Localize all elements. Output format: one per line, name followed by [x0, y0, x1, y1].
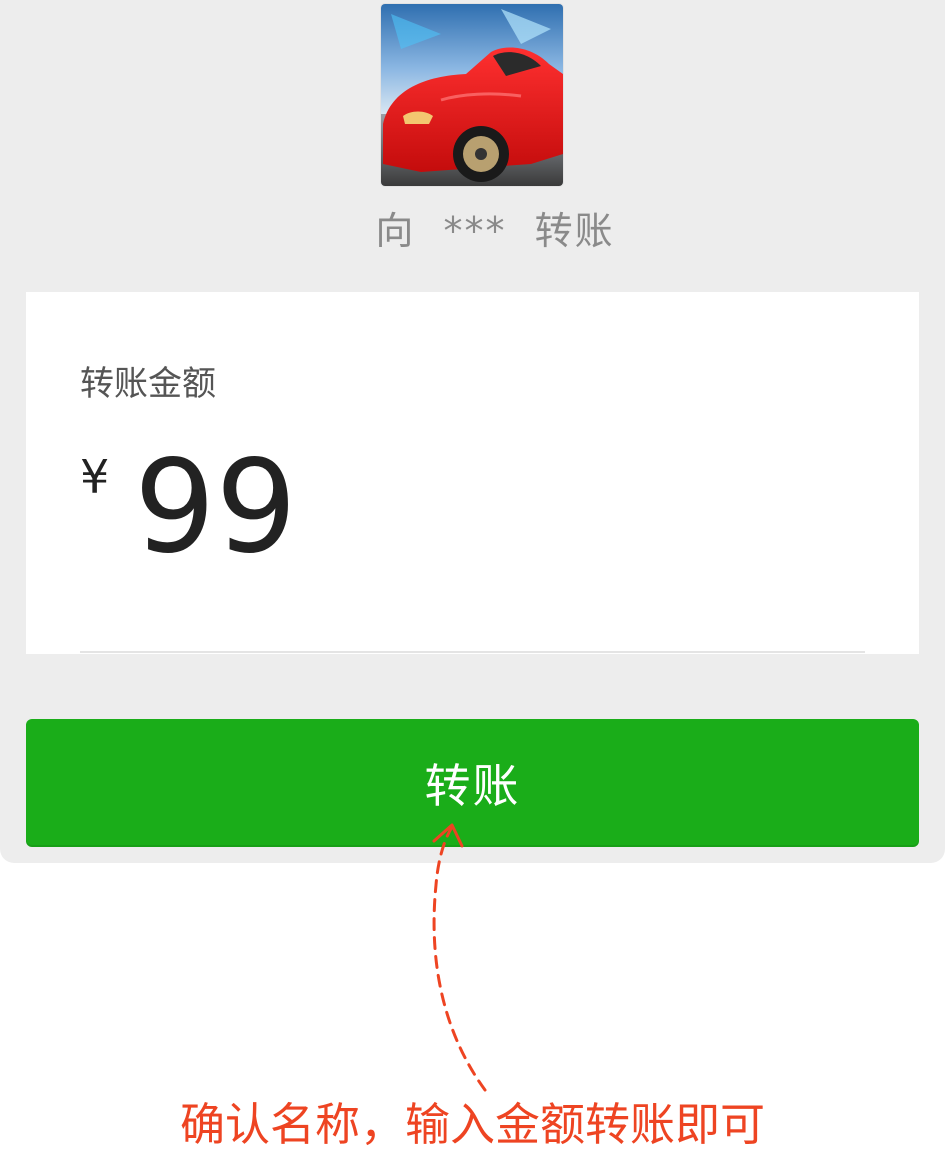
- amount-label: 转账金额: [80, 364, 216, 404]
- amount-input[interactable]: [134, 438, 734, 578]
- amount-underline: [80, 651, 865, 653]
- currency-symbol: ¥: [80, 450, 110, 504]
- recipient-name: ***: [443, 209, 507, 253]
- recipient-avatar: [381, 4, 563, 186]
- recipient-title: 向 *** 转账: [0, 200, 945, 255]
- amount-card: 转账金额 ¥: [26, 292, 919, 654]
- recipient-suffix: 转账: [534, 209, 615, 253]
- transfer-screen: 向 *** 转账 转账金额 ¥ 转账: [0, 0, 945, 863]
- red-car-image: [381, 4, 563, 186]
- recipient-prefix: 向: [375, 209, 416, 253]
- instruction-caption: 确认名称，输入金额转账即可: [179, 1098, 765, 1151]
- pointer-arrow: [432, 823, 487, 1092]
